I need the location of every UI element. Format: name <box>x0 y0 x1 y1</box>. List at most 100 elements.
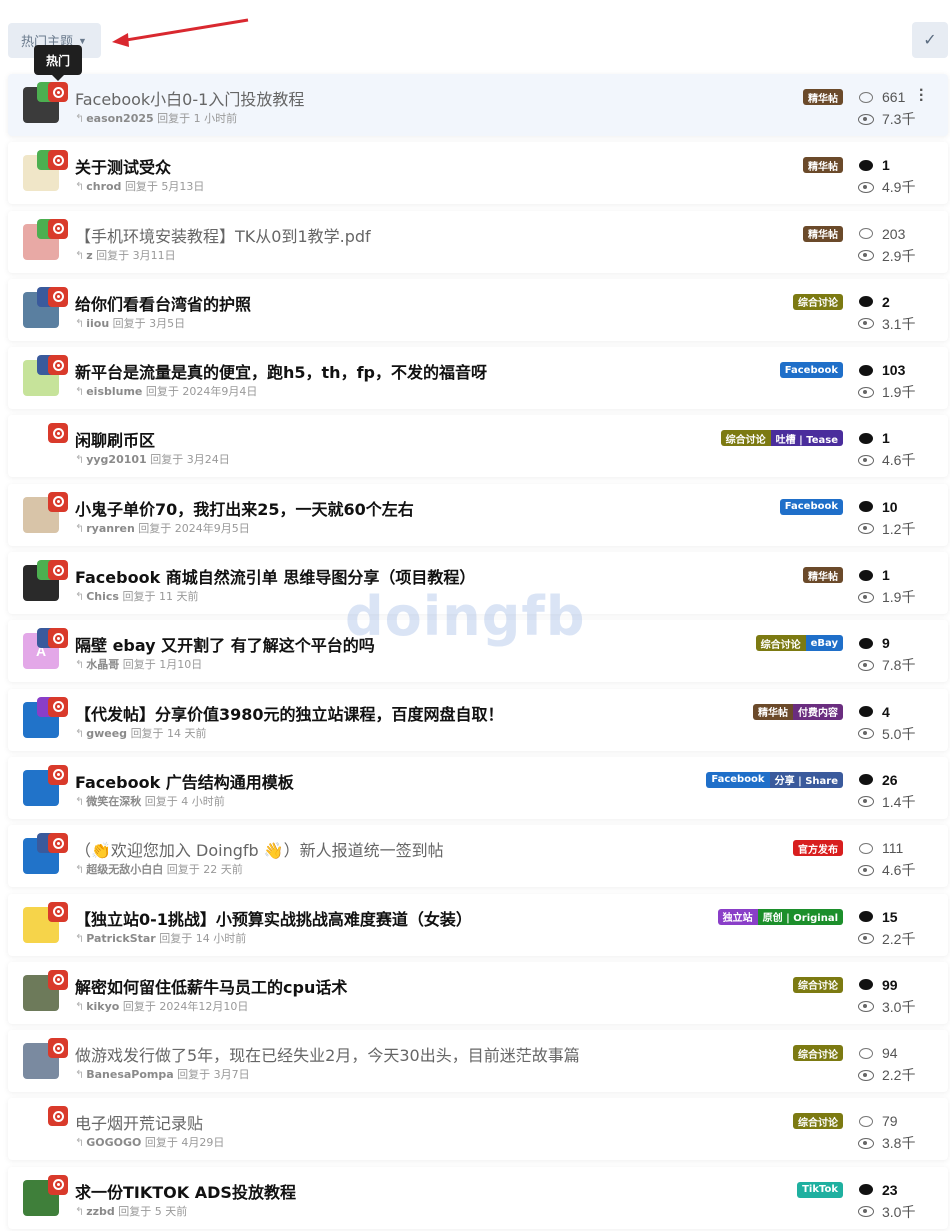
hot-badge-icon[interactable] <box>48 628 68 649</box>
username-link[interactable]: Chics <box>86 590 119 603</box>
topic-row[interactable]: Facebook 广告结构通用模板 ↰ 微笑在深秋 回复于 4 小时前 Faceboo… <box>8 756 948 819</box>
hot-tooltip: 热门 <box>34 45 82 81</box>
username-link[interactable]: 微笑在深秋 <box>86 795 141 808</box>
hot-badge-icon[interactable] <box>48 218 68 239</box>
hot-badge-icon[interactable] <box>48 969 68 990</box>
topic-title-link[interactable]: 新平台是流量是真的便宜，跑h5，th，fp，不发的福音呀 <box>75 359 487 383</box>
topic-row[interactable]: 【代发帖】分享价值3980元的独立站课程，百度网盘自取！ ↰ gweeg 回复于 1… <box>8 688 948 751</box>
topic-title-link[interactable]: Facebook 商城自然流引单 思维导图分享（项目教程） <box>75 564 475 588</box>
hot-badge-icon[interactable] <box>48 560 68 581</box>
hot-badge-icon[interactable] <box>48 696 68 717</box>
hot-badge-icon[interactable] <box>48 150 68 171</box>
hot-badge-icon[interactable] <box>48 1106 68 1127</box>
topic-title-link[interactable]: （👏欢迎您加入 Doingfb 👋）新人报道统一签到帖 <box>75 837 444 861</box>
topic-tag[interactable]: 综合讨论 <box>793 1113 843 1130</box>
topic-tag[interactable]: eBay <box>805 635 843 652</box>
topic-title-link[interactable]: 【代发帖】分享价值3980元的独立站课程，百度网盘自取！ <box>75 701 504 725</box>
reply-count: 26 <box>882 771 898 788</box>
hot-badge-icon[interactable] <box>48 286 68 307</box>
more-options-icon[interactable]: · · · <box>919 83 924 109</box>
reply-icon: ↰ <box>75 1068 85 1082</box>
topic-row[interactable]: 【手机环境安装教程】TK从0到1教学.pdf ↰ z 回复于 3月11日 精华帖 203… <box>8 210 948 273</box>
hot-badge-icon[interactable] <box>48 901 68 922</box>
topic-tag[interactable]: Facebook <box>779 498 843 515</box>
topic-title-link[interactable]: 求一份TIKTOK ADS投放教程 <box>75 1179 296 1203</box>
topic-tag[interactable]: 精华帖 <box>803 89 843 105</box>
hot-badge-icon[interactable] <box>48 82 68 102</box>
username-link[interactable]: iiou <box>86 317 109 330</box>
topic-row[interactable]: A 隔壁 ebay 又开割了 有了解这个平台的吗 ↰ 水晶哥 回复于 1月10日 综合讨… <box>8 620 948 683</box>
topic-title-link[interactable]: 关于测试受众 <box>75 154 171 178</box>
username-link[interactable]: eason2025 <box>86 112 153 125</box>
topic-title-link[interactable]: 电子烟开荒记录贴 <box>75 1110 203 1134</box>
username-link[interactable]: eisblume <box>86 385 142 398</box>
topic-row[interactable]: 求一份TIKTOK ADS投放教程 ↰ zzbd 回复于 5 天前 TikTok 23 3… <box>8 1166 948 1229</box>
topic-title-link[interactable]: 小鬼子单价70，我打出来25，一天就60个左右 <box>75 496 414 520</box>
topic-tag[interactable]: 付费内容 <box>793 703 843 720</box>
topic-tag[interactable]: 精华帖 <box>803 567 843 584</box>
username-link[interactable]: GOGOGO <box>86 1136 141 1149</box>
topic-title-link[interactable]: 闲聊刷币区 <box>75 427 155 451</box>
topic-row[interactable]: 闲聊刷币区 ↰ yyg20101 回复于 3月24日 综合讨论 吐槽 | Tease 1 4… <box>8 415 948 478</box>
topic-row[interactable]: 新平台是流量是真的便宜，跑h5，th，fp，不发的福音呀 ↰ eisblume 回复… <box>8 347 948 410</box>
username-link[interactable]: PatrickStar <box>86 932 156 945</box>
hot-badge-icon[interactable] <box>48 1174 68 1195</box>
topic-stats: 23 3.0千 <box>857 1179 937 1223</box>
topic-row[interactable]: （👏欢迎您加入 Doingfb 👋）新人报道统一签到帖 ↰ 超级无敌小白白 回复于 … <box>8 825 948 888</box>
username-link[interactable]: gweeg <box>86 727 127 740</box>
username-link[interactable]: 超级无敌小白白 <box>86 863 163 876</box>
username-link[interactable]: yyg20101 <box>86 453 146 466</box>
topic-row[interactable]: 做游戏发行做了5年，现在已经失业2月，今天30出头，目前迷茫故事篇 ↰ Banesa… <box>8 1030 948 1093</box>
topic-title-link[interactable]: Facebook 广告结构通用模板 <box>75 769 294 793</box>
topic-tag[interactable]: 精华帖 <box>803 225 843 242</box>
hot-badge-icon[interactable] <box>48 491 68 512</box>
username-link[interactable]: 水晶哥 <box>86 658 119 671</box>
hot-badge-icon[interactable] <box>48 764 68 785</box>
topic-row[interactable]: Facebook 商城自然流引单 思维导图分享（项目教程） ↰ Chics 回复于 … <box>8 552 948 615</box>
hot-badge-icon[interactable] <box>48 423 68 444</box>
hot-badge-icon[interactable] <box>48 833 68 854</box>
topic-row[interactable]: Facebook小白0-1入门投放教程 ↰ eason2025 回复于 1 小时前精… <box>8 74 948 136</box>
topic-row[interactable]: 小鬼子单价70，我打出来25，一天就60个左右 ↰ ryanren 回复于 2024… <box>8 483 948 546</box>
hot-badge-icon[interactable] <box>48 1038 68 1059</box>
username-link[interactable]: z <box>86 249 92 262</box>
username-link[interactable]: zzbd <box>86 1205 115 1218</box>
topic-title-link[interactable]: 【独立站0-1挑战】小预算实战挑战高难度赛道（女装） <box>75 906 472 930</box>
topic-tag[interactable]: 综合讨论 <box>793 976 843 993</box>
topic-row[interactable]: 给你们看看台湾省的护照 ↰ iiou 回复于 3月5日 综合讨论 2 3.1千 <box>8 278 948 341</box>
topic-title-link[interactable]: 做游戏发行做了5年，现在已经失业2月，今天30出头，目前迷茫故事篇 <box>75 1042 580 1066</box>
topic-title-link[interactable]: 解密如何留住低薪牛马员工的cpu话术 <box>75 974 347 998</box>
topic-stats: 94 2.2千 <box>857 1042 937 1086</box>
topic-tags: 精华帖 <box>803 225 843 242</box>
topic-tag[interactable]: 分享 | Share <box>769 771 843 788</box>
topic-tag[interactable]: 官方发布 <box>793 840 843 857</box>
topic-tag[interactable]: 原创 | Original <box>757 908 843 925</box>
topic-tag[interactable]: 综合讨论 <box>720 430 771 447</box>
topic-tag[interactable]: 精华帖 <box>803 157 843 174</box>
topic-row[interactable]: 关于测试受众 ↰ chrod 回复于 5月13日 精华帖 1 4.9千 <box>8 142 948 205</box>
username-link[interactable]: BanesaPompa <box>86 1068 173 1081</box>
topic-tag[interactable]: TikTok <box>797 1181 843 1198</box>
username-link[interactable]: chrod <box>86 180 121 193</box>
reply-count: 79 <box>882 1113 898 1130</box>
username-link[interactable]: kikyo <box>86 1000 119 1013</box>
reply-time: 回复于 3月7日 <box>177 1068 250 1082</box>
topic-tag[interactable]: 独立站 <box>717 908 758 925</box>
username-link[interactable]: ryanren <box>86 522 135 535</box>
topic-tag[interactable]: 综合讨论 <box>793 293 843 310</box>
topic-row[interactable]: 【独立站0-1挑战】小预算实战挑战高难度赛道（女装） ↰ PatrickStar 回… <box>8 893 948 956</box>
topic-title-link[interactable]: Facebook小白0-1入门投放教程 <box>75 86 304 110</box>
mark-read-button[interactable]: ✓ <box>912 22 948 58</box>
topic-tag[interactable]: 精华帖 <box>753 703 793 720</box>
topic-title-link[interactable]: 隔壁 ebay 又开割了 有了解这个平台的吗 <box>75 632 375 656</box>
topic-tag[interactable]: Facebook <box>779 362 843 379</box>
topic-title-link[interactable]: 给你们看看台湾省的护照 <box>75 291 251 315</box>
topic-tag[interactable]: Facebook <box>706 771 770 788</box>
topic-title-link[interactable]: 【手机环境安装教程】TK从0到1教学.pdf <box>75 223 371 247</box>
topic-tag[interactable]: 综合讨论 <box>793 1045 843 1062</box>
topic-row[interactable]: 电子烟开荒记录贴 ↰ GOGOGO 回复于 4月29日 综合讨论 79 3.8千 <box>8 1098 948 1161</box>
hot-badge-icon[interactable] <box>48 355 68 376</box>
topic-tag[interactable]: 吐槽 | Tease <box>770 430 843 447</box>
topic-row[interactable]: 解密如何留住低薪牛马员工的cpu话术 ↰ kikyo 回复于 2024年12月10日… <box>8 961 948 1024</box>
topic-tag[interactable]: 综合讨论 <box>755 635 806 652</box>
